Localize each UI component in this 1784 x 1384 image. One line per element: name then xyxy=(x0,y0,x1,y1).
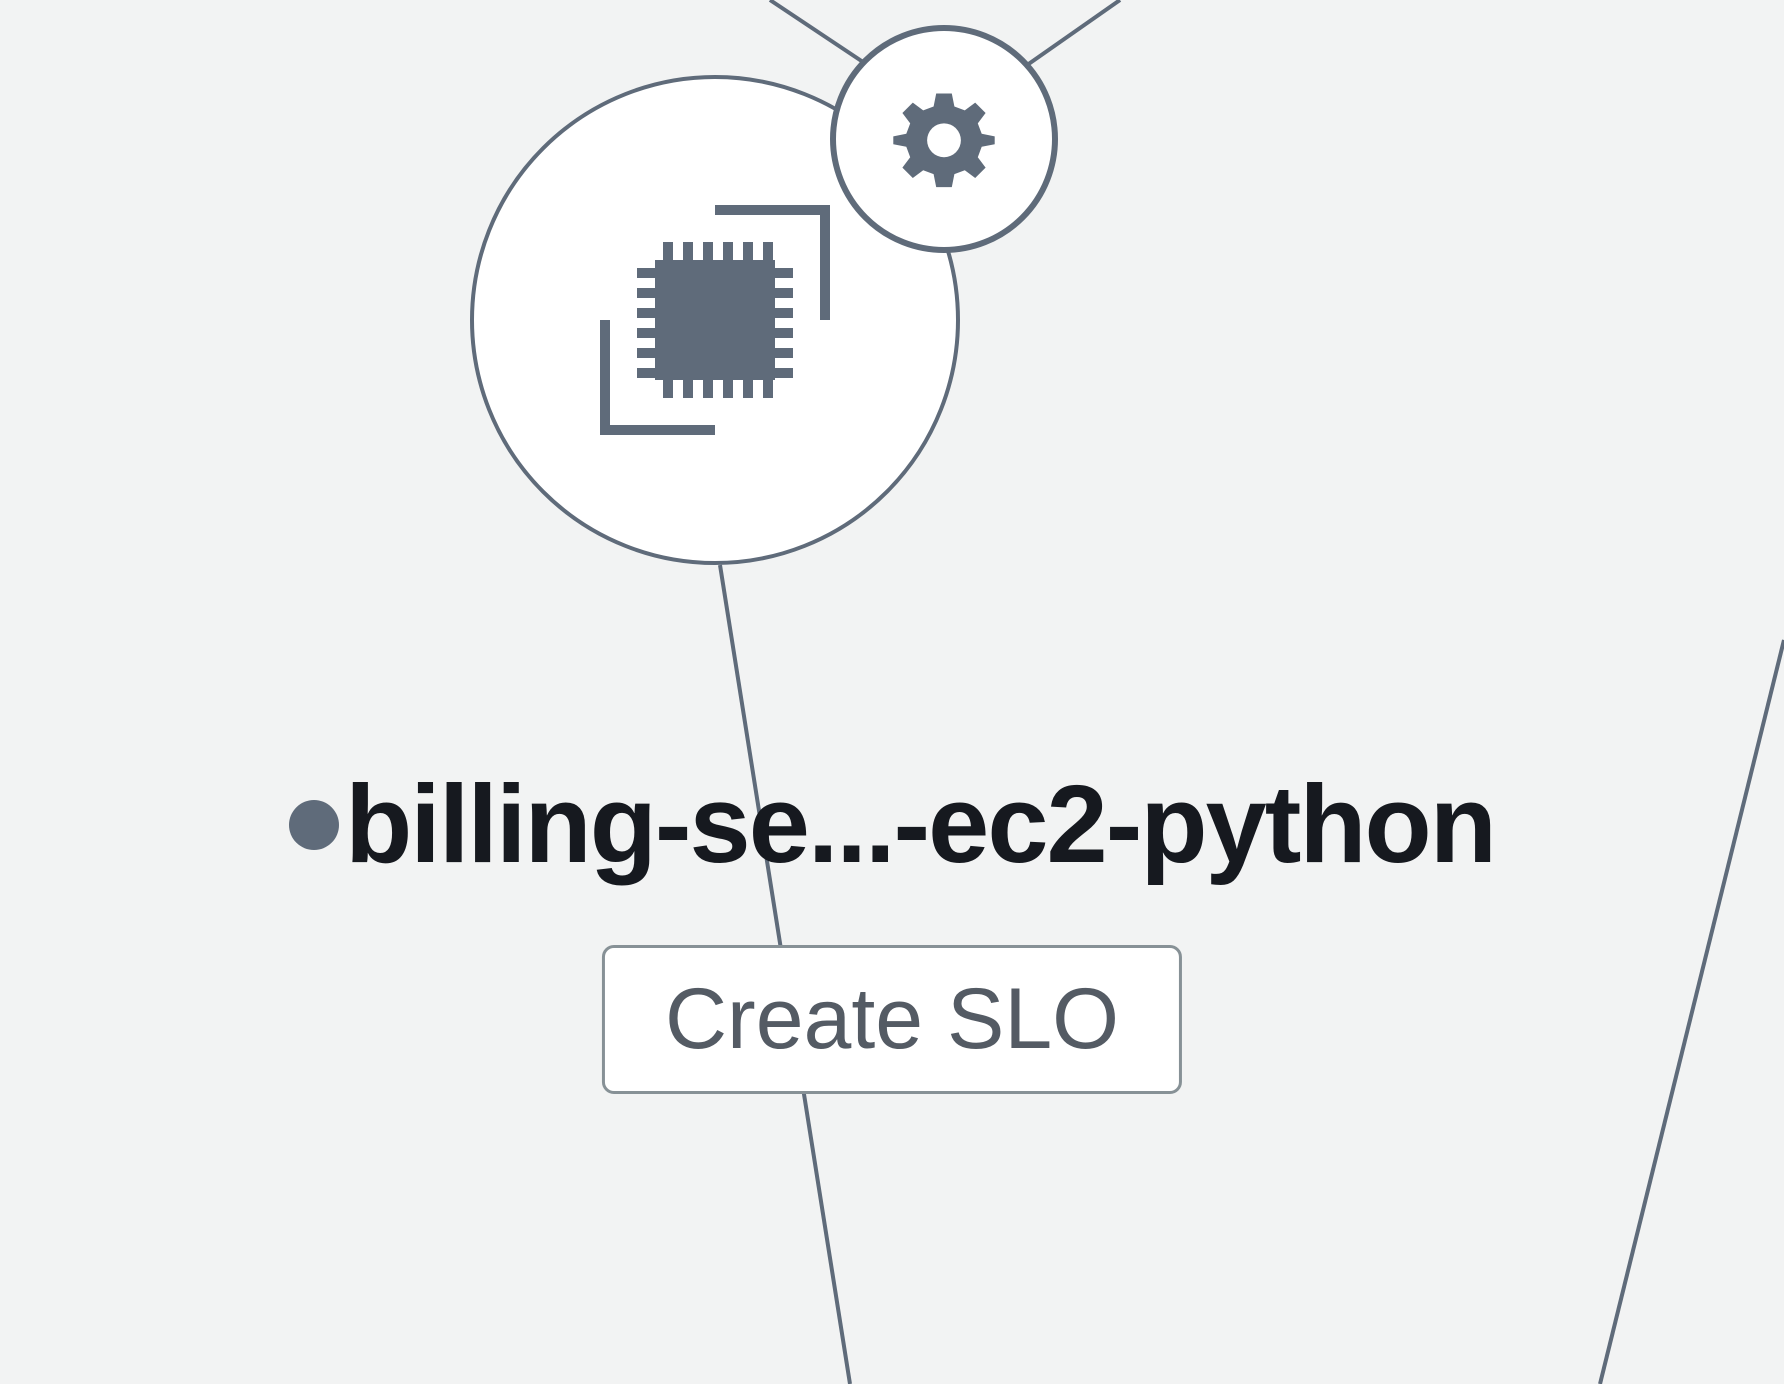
create-slo-button[interactable]: Create SLO xyxy=(602,945,1182,1094)
service-node-label-row: billing-se...-ec2-python xyxy=(0,770,1784,880)
gear-icon xyxy=(879,74,1009,204)
settings-badge[interactable] xyxy=(830,25,1058,253)
chip-icon xyxy=(545,150,885,490)
service-node-label: billing-se...-ec2-python xyxy=(345,770,1495,880)
status-dot-icon xyxy=(289,800,339,850)
